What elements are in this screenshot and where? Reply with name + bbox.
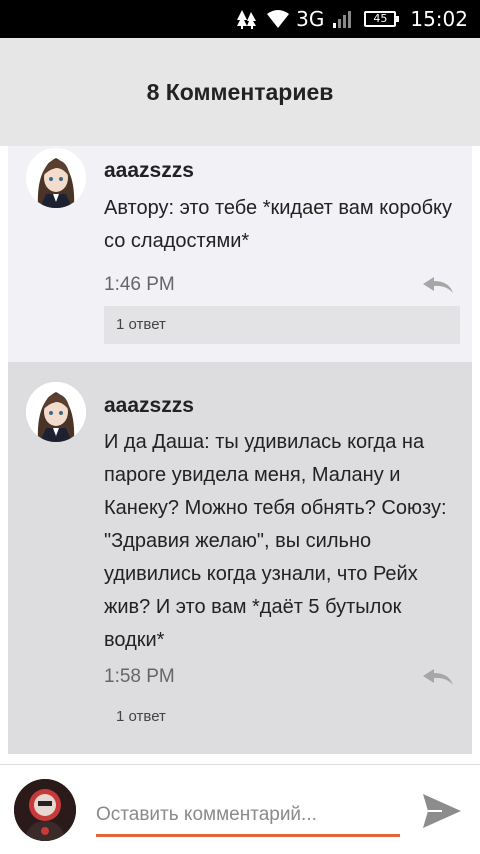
clock: 15:02 xyxy=(410,7,468,31)
page-title: 8 Комментариев xyxy=(146,78,334,105)
comment-text: И да Даша: ты удивилась когда на пароге … xyxy=(104,431,447,651)
avatar[interactable] xyxy=(26,148,86,208)
wifi-icon xyxy=(266,9,290,29)
comment-item: aaazszzs Автору: это тебе *кидает вам ко… xyxy=(8,146,472,362)
comment-item: aaazszzs И да Даша: ты удивилась когда н… xyxy=(8,362,472,754)
status-bar: 3G 45 15:02 xyxy=(0,0,480,38)
comment-input[interactable] xyxy=(96,795,400,837)
comment-author[interactable]: aaazszzs xyxy=(104,159,194,183)
comment-text: Автору: это тебе *кидает вам коробку со … xyxy=(104,197,452,252)
battery-level: 45 xyxy=(373,12,388,25)
app-header: 8 Комментариев xyxy=(0,38,480,146)
signal-icon xyxy=(332,10,352,28)
battery-icon: 45 xyxy=(364,11,400,27)
replies-count-button[interactable]: 1 ответ xyxy=(104,698,460,736)
replies-count-button[interactable]: 1 ответ xyxy=(104,306,460,344)
comment-composer xyxy=(0,764,480,854)
comment-time: 1:46 PM xyxy=(104,274,175,295)
comment-time: 1:58 PM xyxy=(104,666,175,687)
avatar[interactable] xyxy=(26,382,86,442)
send-button[interactable] xyxy=(420,789,464,833)
user-avatar[interactable] xyxy=(14,779,76,841)
send-icon xyxy=(420,794,464,836)
tree-icon xyxy=(236,8,258,30)
comments-list[interactable]: aaazszzs Автору: это тебе *кидает вам ко… xyxy=(0,146,480,756)
network-type: 3G xyxy=(296,7,325,31)
reply-icon[interactable] xyxy=(422,276,454,294)
comment-author[interactable]: aaazszzs xyxy=(104,394,194,418)
reply-icon[interactable] xyxy=(422,668,454,686)
